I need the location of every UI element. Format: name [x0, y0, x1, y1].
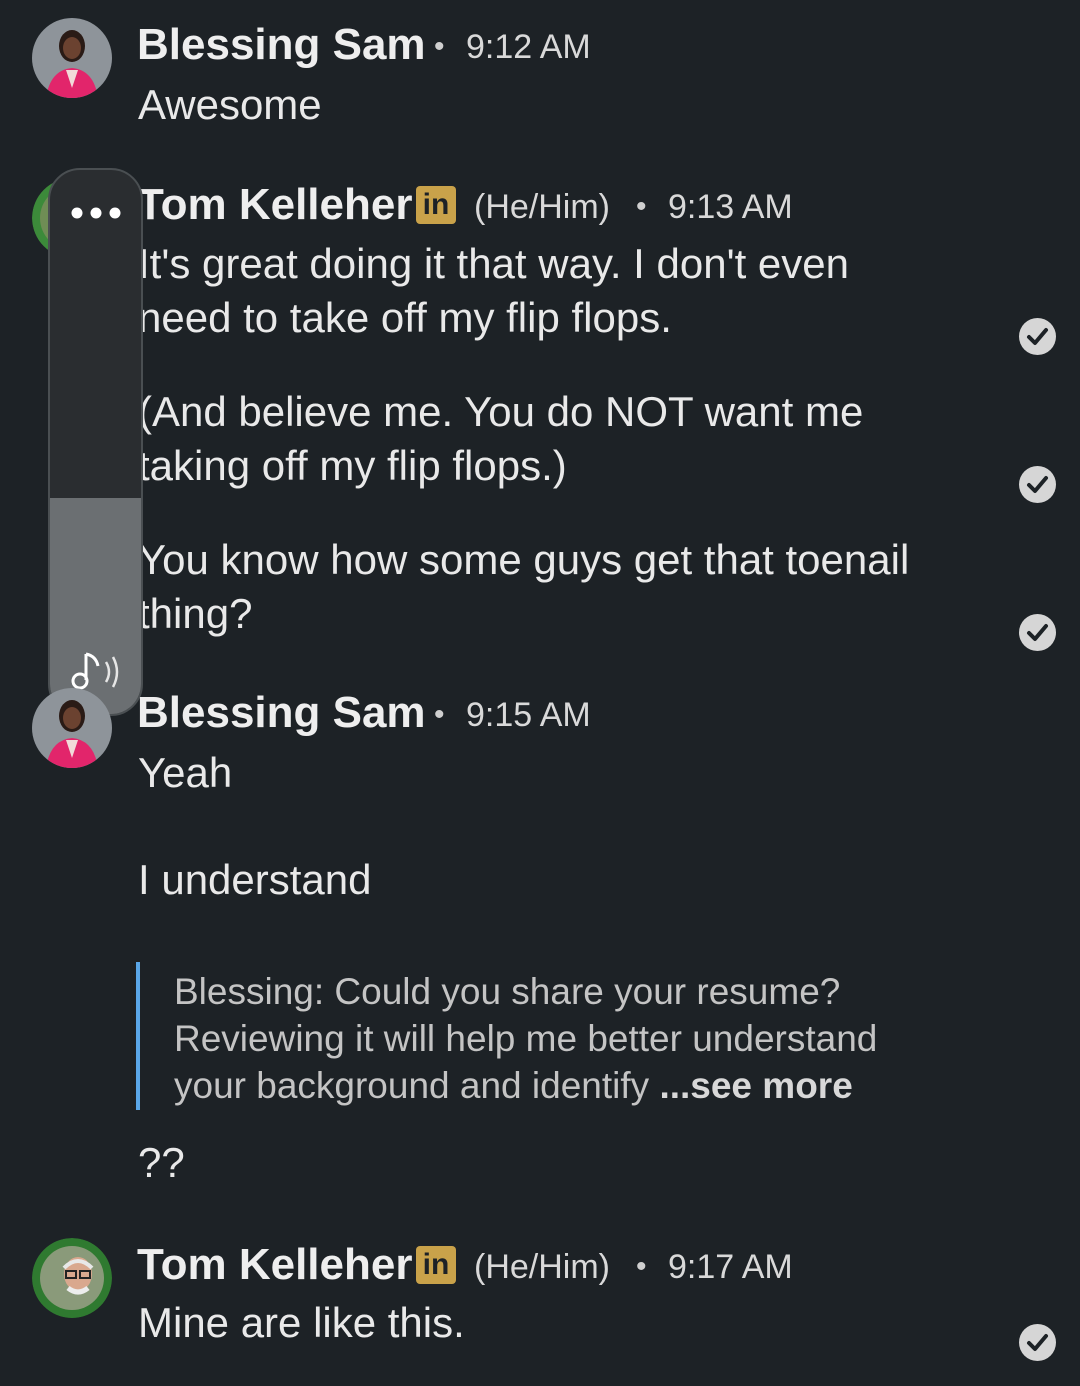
message-text: Awesome — [138, 81, 322, 128]
sender-name[interactable]: Blessing Sam — [137, 20, 426, 70]
sender-name[interactable]: Tom Kelleher — [137, 1240, 412, 1290]
read-check-icon — [1019, 318, 1056, 355]
sender-pronouns: (He/Him) — [474, 1248, 610, 1286]
avatar-blessing-sam[interactable] — [32, 688, 112, 768]
message-text: You know how some guys get that toenail — [138, 536, 910, 583]
separator-dot: • — [636, 1250, 647, 1283]
message-text: Yeah — [138, 749, 233, 796]
message-text: need to take off my flip flops. — [138, 294, 672, 341]
sender-name[interactable]: Tom Kelleher — [137, 180, 412, 230]
quoted-message-last-line: your background and identify ...see more — [174, 1062, 853, 1109]
message-time: 9:13 AM — [668, 188, 793, 226]
see-more-link[interactable]: ...see more — [659, 1065, 852, 1106]
linkedin-premium-icon: in — [416, 186, 456, 224]
message-text: taking off my flip flops.) — [138, 442, 567, 489]
message-time: 9:12 AM — [466, 28, 591, 66]
linkedin-premium-icon: in — [416, 1246, 456, 1284]
quote-bar — [136, 962, 140, 1110]
read-check-icon — [1019, 1324, 1056, 1361]
quoted-message: Reviewing it will help me better underst… — [174, 1018, 878, 1059]
message-text: thing? — [138, 590, 253, 637]
sender-name[interactable]: Blessing Sam — [137, 688, 426, 738]
sender-pronouns: (He/Him) — [474, 188, 610, 226]
message-text: Mine are like this. — [138, 1299, 465, 1346]
quoted-message: Blessing: Could you share your resume? — [174, 971, 841, 1012]
avatar-tom-kelleher[interactable] — [32, 1238, 112, 1318]
message-time: 9:15 AM — [466, 696, 591, 734]
message-time: 9:17 AM — [668, 1248, 793, 1286]
floating-side-panel[interactable] — [48, 168, 143, 716]
separator-dot: • — [434, 698, 445, 731]
read-check-icon — [1019, 466, 1056, 503]
message-text: (And believe me. You do NOT want me — [138, 388, 864, 435]
more-icon[interactable] — [70, 206, 122, 225]
message-text: I understand — [138, 856, 372, 903]
separator-dot: • — [434, 30, 445, 63]
separator-dot: • — [636, 190, 647, 223]
quoted-message-text: your background and identify — [174, 1065, 660, 1106]
read-check-icon — [1019, 614, 1056, 651]
avatar-blessing-sam[interactable] — [32, 18, 112, 98]
message-text: It's great doing it that way. I don't ev… — [138, 240, 850, 287]
message-text: ?? — [138, 1139, 185, 1186]
